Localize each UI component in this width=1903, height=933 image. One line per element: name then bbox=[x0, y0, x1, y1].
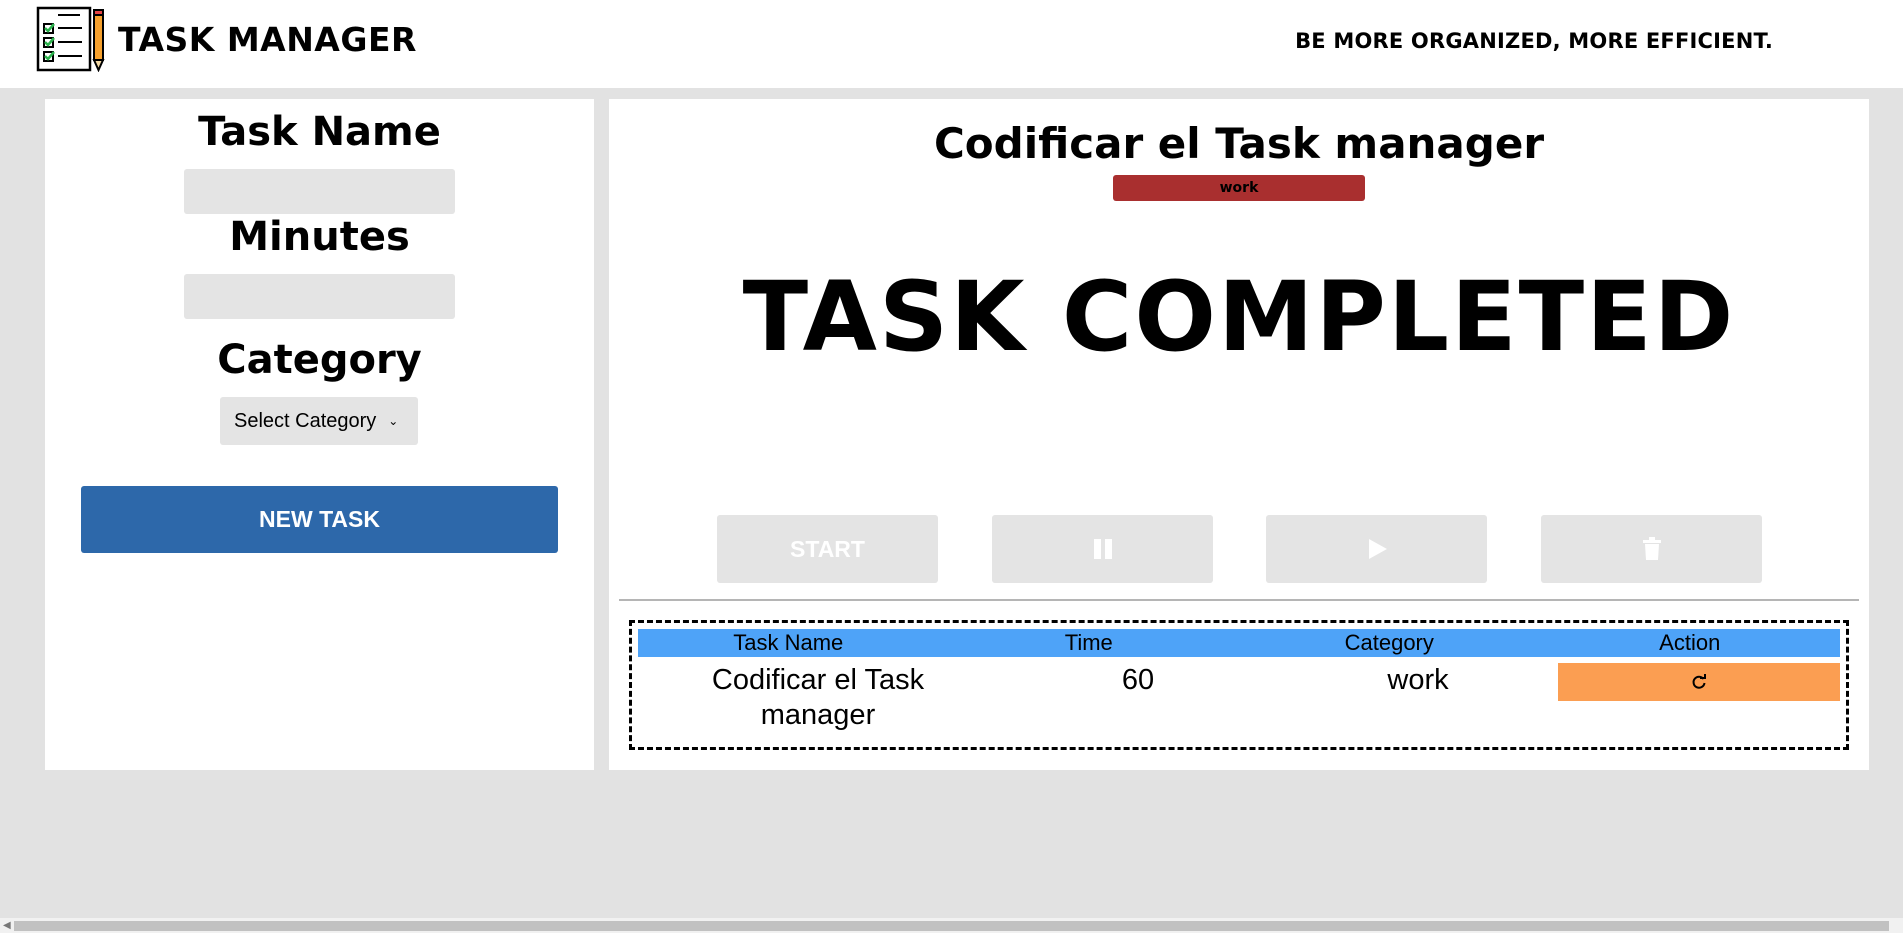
header-category: Category bbox=[1344, 630, 1434, 655]
tagline: BE MORE ORGANIZED, MORE EFFICIENT. bbox=[1295, 29, 1773, 53]
play-icon bbox=[1368, 539, 1387, 559]
header-time: Time bbox=[1064, 630, 1113, 655]
resume-button[interactable] bbox=[1266, 515, 1487, 583]
category-select[interactable]: Select Category ⌄ bbox=[220, 397, 418, 445]
header-action: Action bbox=[1659, 630, 1721, 655]
current-task-title: Codificar el Task manager bbox=[933, 119, 1545, 168]
start-button[interactable]: START bbox=[717, 515, 938, 583]
minutes-input[interactable] bbox=[184, 274, 455, 319]
delete-button[interactable] bbox=[1541, 515, 1762, 583]
row-category: work bbox=[1387, 664, 1449, 696]
brand-title: TASK MANAGER bbox=[118, 20, 417, 59]
scrollbar-thumb[interactable] bbox=[14, 921, 1889, 931]
divider bbox=[619, 599, 1859, 601]
new-task-form: Task Name Minutes Category Select Catego… bbox=[45, 99, 594, 770]
task-name-input[interactable] bbox=[184, 169, 455, 214]
trash-icon bbox=[1642, 537, 1661, 560]
new-task-button[interactable]: NEW TASK bbox=[81, 486, 558, 553]
category-select-value: Select Category bbox=[234, 409, 377, 432]
scroll-left-icon[interactable]: ◀ bbox=[3, 920, 11, 931]
table-row: Codificar el Task manager 60 work bbox=[638, 663, 1840, 733]
task-name-label: Task Name bbox=[198, 109, 441, 155]
redo-task-button[interactable] bbox=[1558, 663, 1840, 701]
task-status: TASK COMPLETED bbox=[742, 261, 1736, 373]
pause-icon bbox=[1093, 539, 1112, 559]
row-task-name: Codificar el Task manager bbox=[711, 664, 925, 731]
minutes-label: Minutes bbox=[229, 214, 410, 260]
chevron-down-icon: ⌄ bbox=[388, 414, 399, 428]
task-panel: Codificar el Task manager work TASK COMP… bbox=[609, 99, 1869, 770]
checklist-pencil-icon bbox=[36, 6, 105, 72]
app-header: TASK MANAGER BE MORE ORGANIZED, MORE EFF… bbox=[0, 0, 1903, 88]
row-action-cell bbox=[1558, 663, 1840, 733]
category-badge: work bbox=[1113, 175, 1365, 201]
header-task-name: Task Name bbox=[733, 630, 844, 655]
pause-button[interactable] bbox=[992, 515, 1213, 583]
redo-icon bbox=[1692, 674, 1706, 689]
task-table: Task Name Time Category Action Codificar… bbox=[629, 620, 1849, 750]
category-label: Category bbox=[217, 337, 422, 383]
horizontal-scrollbar[interactable]: ◀ bbox=[0, 918, 1903, 933]
table-header: Task Name Time Category Action bbox=[638, 629, 1840, 657]
row-time: 60 bbox=[1121, 664, 1155, 696]
